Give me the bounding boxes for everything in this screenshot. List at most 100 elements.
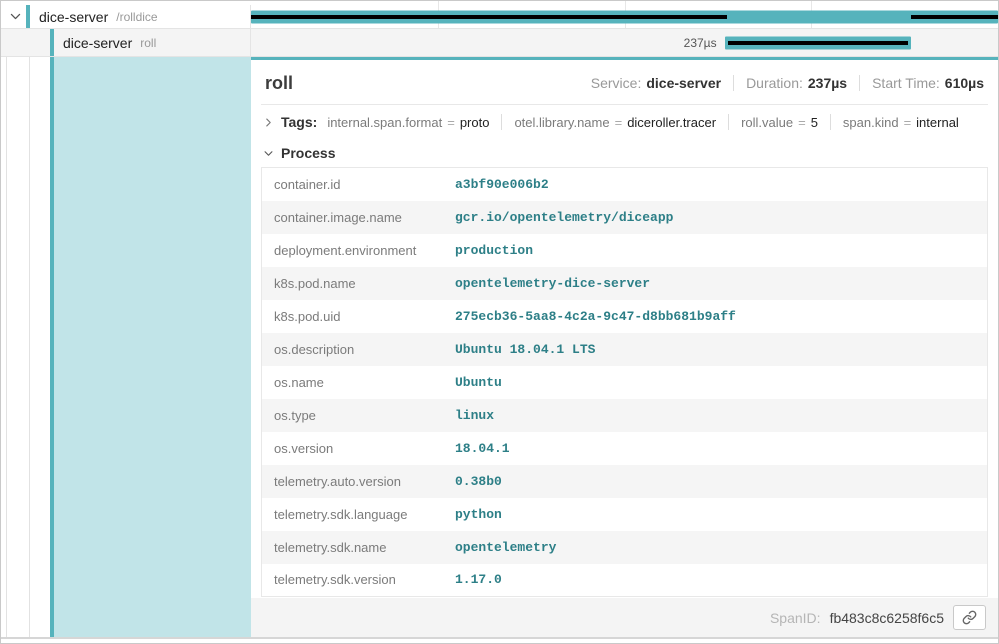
span-color-strip [50,29,54,56]
stat-divider [733,75,734,91]
process-table-row: k8s.pod.name opentelemetry-dice-server [262,267,988,300]
tag-key: otel.library.name [514,115,609,130]
tags-list: internal.span.format = proto otel.librar… [327,114,959,130]
deep-link-button[interactable] [953,605,986,630]
process-value: gcr.io/opentelemetry/diceapp [443,201,988,234]
process-table-row: deployment.environment production [262,234,988,267]
tag-item: otel.library.name = diceroller.tracer [514,115,716,130]
process-table-row: telemetry.sdk.name opentelemetry [262,531,988,564]
spanid-label: SpanID: [770,610,821,626]
tag-key: roll.value [741,115,793,130]
process-key: os.name [262,366,444,399]
process-key: k8s.pod.uid [262,300,444,333]
process-key-value-table: container.id a3bf90e006b2 container.imag… [261,167,988,597]
tag-divider [501,114,502,130]
chevron-right-icon [263,117,274,128]
tag-key: span.kind [843,115,899,130]
indent-spacer [9,29,33,56]
child-span-marker [251,15,727,19]
span-tree-gutter [1,57,251,637]
process-table-row: telemetry.auto.version 0.38b0 [262,465,988,498]
tag-equals: = [447,115,455,130]
span-row[interactable]: dice-server /rolldice [1,5,998,29]
process-label: Process [281,145,335,161]
span-color-strip [26,5,30,28]
span-duration-label: 237µs [684,36,725,50]
tag-value: 5 [811,115,818,130]
child-span-marker [728,41,909,45]
process-key: container.image.name [262,201,444,234]
span-overview-stats: Service: dice-server Duration: 237µs Sta… [591,75,984,91]
process-key: telemetry.sdk.version [262,564,444,597]
timeline-cell[interactable]: 237µs [251,29,998,56]
span-operation-name: roll [140,36,156,50]
child-span-marker [911,15,998,19]
process-key: k8s.pod.name [262,267,444,300]
tag-equals: = [904,115,912,130]
page-bottom-strip [1,637,998,641]
process-value: 18.04.1 [443,432,988,465]
tag-item: span.kind = internal [843,115,959,130]
process-table-row: os.type linux [262,399,988,432]
indent-guide [6,57,7,637]
span-name-cell[interactable]: dice-server roll [1,29,251,56]
process-value: Ubuntu [443,366,988,399]
process-value: python [443,498,988,531]
tags-accordion-toggle[interactable]: Tags: internal.span.format = proto otel.… [261,105,988,139]
tags-label: Tags: [281,114,317,130]
tag-value: diceroller.tracer [627,115,716,130]
process-value: production [443,234,988,267]
process-value: Ubuntu 18.04.1 LTS [443,333,988,366]
tag-item: roll.value = 5 [741,115,818,130]
span-title: roll [265,72,293,94]
span-service-name: dice-server [63,35,132,51]
span-rows: dice-server /rolldice dice-server roll 2… [1,5,998,57]
selected-span-fill [54,57,251,637]
service-label: Service: [591,75,642,91]
process-accordion-toggle[interactable]: Process [261,139,988,167]
process-value: a3bf90e006b2 [443,168,988,201]
tag-key: internal.span.format [327,115,442,130]
process-value: 275ecb36-5aa8-4c2a-9c47-d8bb681b9aff [443,300,988,333]
detail-body: roll Service: dice-server Duration: 237µ… [1,57,998,637]
process-value: 0.38b0 [443,465,988,498]
process-key: telemetry.auto.version [262,465,444,498]
span-detail-panel: roll Service: dice-server Duration: 237µ… [251,57,998,637]
stat-divider [859,75,860,91]
process-table-row: telemetry.sdk.version 1.17.0 [262,564,988,597]
span-service-name: dice-server [39,9,108,25]
tag-divider [728,114,729,130]
tag-equals: = [798,115,806,130]
trace-span-rows-region: dice-server /rolldice dice-server roll 2… [1,1,998,57]
tag-value: proto [460,115,490,130]
process-value: 1.17.0 [443,564,988,597]
process-key: os.type [262,399,444,432]
tag-value: internal [916,115,959,130]
duration-label: Duration: [746,75,803,91]
link-icon [962,610,977,625]
timeline-cell[interactable] [251,5,998,28]
tag-item: internal.span.format = proto [327,115,489,130]
process-table-row: k8s.pod.uid 275ecb36-5aa8-4c2a-9c47-d8bb… [262,300,988,333]
process-table-row: container.image.name gcr.io/opentelemetr… [262,201,988,234]
chevron-down-icon[interactable] [9,10,26,23]
process-table-body: container.id a3bf90e006b2 container.imag… [262,168,988,597]
start-time-value: 610µs [945,75,984,91]
process-key: container.id [262,168,444,201]
indent-guide [29,57,30,637]
tag-equals: = [615,115,623,130]
duration-value: 237µs [808,75,847,91]
tag-divider [830,114,831,130]
process-value: linux [443,399,988,432]
process-key: telemetry.sdk.name [262,531,444,564]
process-table-row: telemetry.sdk.language python [262,498,988,531]
chevron-down-icon [263,148,274,159]
span-name-cell[interactable]: dice-server /rolldice [1,5,251,28]
process-value: opentelemetry [443,531,988,564]
process-key: deployment.environment [262,234,444,267]
process-table-row: os.name Ubuntu [262,366,988,399]
span-detail-footer: SpanID: fb483c8c6258f6c5 [251,598,998,637]
service-value: dice-server [646,75,721,91]
span-detail-header: roll Service: dice-server Duration: 237µ… [261,60,988,105]
span-row[interactable]: dice-server roll 237µs [1,29,998,57]
